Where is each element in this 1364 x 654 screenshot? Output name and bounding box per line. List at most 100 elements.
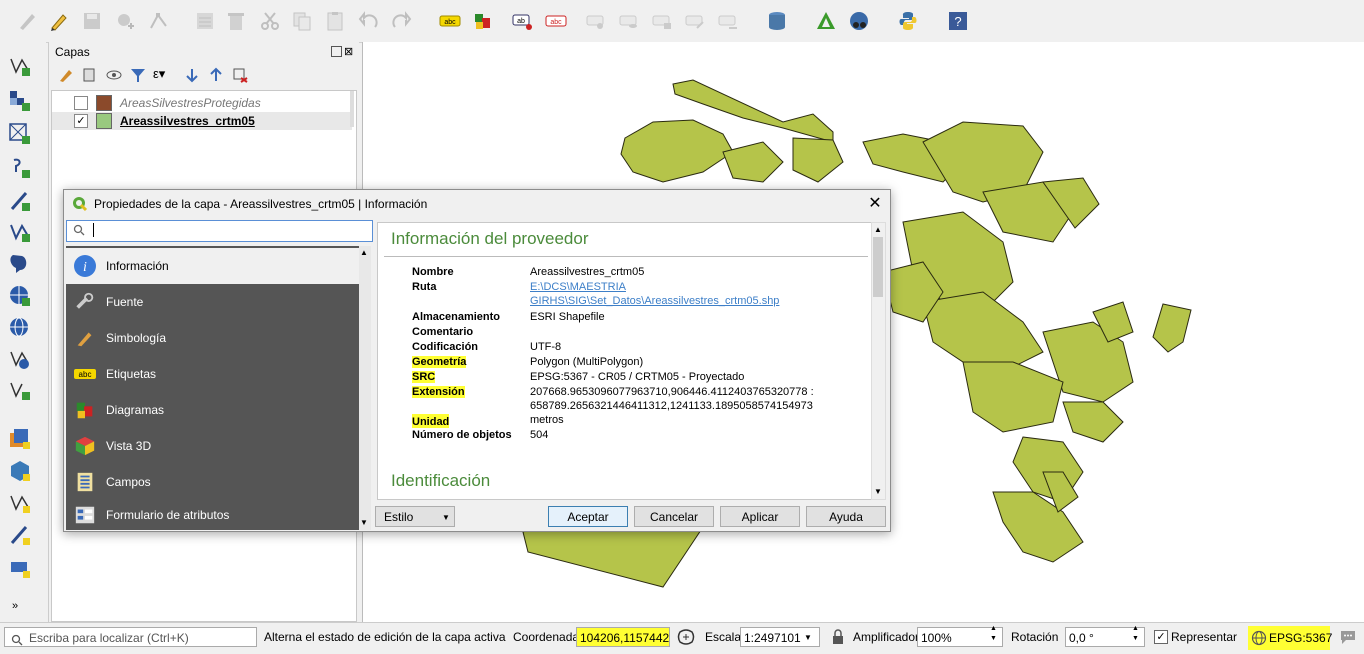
nav-informacion[interactable]: i Información: [66, 248, 359, 284]
label-abc-icon[interactable]: abc: [437, 8, 463, 34]
search-input[interactable]: [66, 220, 373, 242]
layer-row-areassilvestres-crtm05[interactable]: ✓ Areassilvestres_crtm05: [52, 112, 352, 130]
messages-icon[interactable]: [1339, 628, 1357, 646]
nav-fuente[interactable]: Fuente: [66, 284, 359, 320]
add-spatialite-icon[interactable]: [6, 218, 34, 246]
rotation-spinbox[interactable]: 0,0 ° ▲ ▼: [1065, 624, 1145, 647]
grass-icon[interactable]: [813, 8, 839, 34]
style-dropdown-button[interactable]: Estilo ▼: [375, 506, 455, 527]
scroll-thumb[interactable]: [873, 237, 883, 297]
render-checkbox[interactable]: ✓: [1154, 630, 1168, 644]
remove-layer-icon[interactable]: [231, 66, 249, 84]
scroll-up-icon[interactable]: ▲: [360, 248, 368, 257]
nav-scrollbar[interactable]: ▲ ▼: [359, 246, 371, 530]
save-edits-icon[interactable]: [79, 8, 105, 34]
vertex-tool-icon[interactable]: [146, 8, 172, 34]
nav-diagramas[interactable]: Diagramas: [66, 392, 359, 428]
copy-icon[interactable]: [289, 8, 315, 34]
nav-formulario-atributos[interactable]: Formulario de atributos: [66, 500, 359, 530]
scroll-up-icon[interactable]: ▲: [874, 225, 882, 234]
label-tool-4-icon[interactable]: [683, 8, 709, 34]
python-icon[interactable]: [895, 8, 921, 34]
label-tool-2-icon[interactable]: [617, 8, 643, 34]
close-panel-icon[interactable]: ⊠: [344, 45, 353, 58]
style-brush-icon[interactable]: [57, 66, 75, 84]
visibility-eye-icon[interactable]: [105, 66, 123, 84]
layer-visibility-checkbox[interactable]: [74, 96, 88, 110]
database-icon[interactable]: [764, 8, 790, 34]
search-icon: [11, 632, 23, 652]
collapse-all-icon[interactable]: [207, 66, 225, 84]
more-tools-chevron-icon[interactable]: »: [12, 600, 18, 612]
expression-filter-icon[interactable]: ε▾: [153, 66, 177, 84]
new-geopackage-icon[interactable]: [6, 457, 34, 485]
pencil-edit-icon[interactable]: [46, 8, 72, 34]
coordinate-field[interactable]: 104206,1157442: [576, 627, 670, 647]
add-group-icon[interactable]: [81, 66, 99, 84]
expand-all-icon[interactable]: [183, 66, 201, 84]
label-highlight-icon[interactable]: abc: [543, 8, 569, 34]
label-pin-icon[interactable]: ab: [510, 8, 536, 34]
nav-campos[interactable]: Campos: [66, 464, 359, 500]
cut-icon[interactable]: [257, 8, 283, 34]
float-panel-icon[interactable]: [331, 46, 342, 57]
scroll-down-icon[interactable]: ▼: [874, 487, 882, 496]
undo-icon[interactable]: [356, 8, 382, 34]
text-cursor: [93, 223, 94, 237]
digitize-icon[interactable]: [14, 8, 40, 34]
attribute-form-icon: [72, 502, 98, 528]
nav-etiquetas[interactable]: abc Etiquetas: [66, 356, 359, 392]
spin-arrows-icon[interactable]: ▲ ▼: [1132, 624, 1139, 644]
add-postgis-icon[interactable]: [6, 250, 34, 278]
crs-button[interactable]: EPSG:5367: [1248, 626, 1332, 650]
label-tool-3-icon[interactable]: [650, 8, 676, 34]
magnifier-spinbox[interactable]: 100% ▲ ▼: [917, 624, 1003, 647]
paste-icon[interactable]: [322, 8, 348, 34]
add-mesh-layer-icon[interactable]: [6, 120, 34, 148]
new-virtual-layer-icon[interactable]: [6, 554, 34, 582]
add-point-icon[interactable]: [112, 8, 138, 34]
toggle-extents-icon[interactable]: [677, 628, 695, 646]
field-key-ruta: Ruta: [412, 281, 437, 293]
nav-vista-3d[interactable]: Vista 3D: [66, 428, 359, 464]
redo-icon[interactable]: [388, 8, 414, 34]
diagram-icon[interactable]: [470, 8, 496, 34]
path-link-line2[interactable]: GIRHS\SIG\Set_Datos\Areassilvestres_crtm…: [530, 295, 779, 307]
locator-input[interactable]: Escriba para localizar (Ctrl+K): [4, 627, 257, 647]
layer-row-areassilvestresprotegidas[interactable]: AreasSilvestresProtegidas: [52, 94, 352, 112]
georeferencer-icon[interactable]: [846, 8, 872, 34]
close-icon[interactable]: ✕: [866, 195, 884, 213]
scroll-down-icon[interactable]: ▼: [360, 518, 368, 527]
field-key-src: SRC: [412, 371, 436, 383]
accept-button[interactable]: Aceptar: [548, 506, 628, 527]
add-wfs-icon[interactable]: [6, 314, 34, 342]
spin-arrows-icon[interactable]: ▲ ▼: [990, 624, 997, 644]
layers-scrollbar[interactable]: [350, 91, 354, 127]
svg-text:?: ?: [954, 14, 961, 29]
new-spatialite-icon[interactable]: [6, 489, 34, 517]
add-raster-layer-icon[interactable]: [6, 87, 34, 115]
add-delimited-text-icon[interactable]: [6, 154, 34, 182]
help-button[interactable]: Ayuda: [806, 506, 886, 527]
modify-attributes-icon[interactable]: [192, 8, 218, 34]
cancel-button[interactable]: Cancelar: [634, 506, 714, 527]
add-virtual-layer-icon[interactable]: [6, 376, 34, 404]
layer-visibility-checkbox[interactable]: ✓: [74, 114, 88, 128]
apply-button[interactable]: Aplicar: [720, 506, 800, 527]
new-temp-layer-icon[interactable]: [6, 521, 34, 549]
add-wcs-icon[interactable]: [6, 345, 34, 373]
add-vector-layer-icon[interactable]: [6, 52, 34, 80]
label-tool-1-icon[interactable]: [584, 8, 610, 34]
scale-combobox[interactable]: 1:2497101 ▼: [740, 627, 820, 647]
nav-simbologia[interactable]: Simbología: [66, 320, 359, 356]
path-link-line1[interactable]: E:\DCS\MAESTRIA: [530, 281, 626, 293]
delete-selected-icon[interactable]: [223, 8, 249, 34]
filter-icon[interactable]: [129, 66, 147, 84]
help-icon[interactable]: ?: [945, 8, 971, 34]
content-scrollbar[interactable]: ▲ ▼: [871, 222, 886, 500]
add-wms-icon[interactable]: [6, 282, 34, 310]
add-gpx-layer-icon[interactable]: [6, 187, 34, 215]
lock-scale-icon[interactable]: [831, 629, 845, 645]
label-tool-5-icon[interactable]: [716, 8, 742, 34]
new-shapefile-icon[interactable]: [6, 425, 34, 453]
